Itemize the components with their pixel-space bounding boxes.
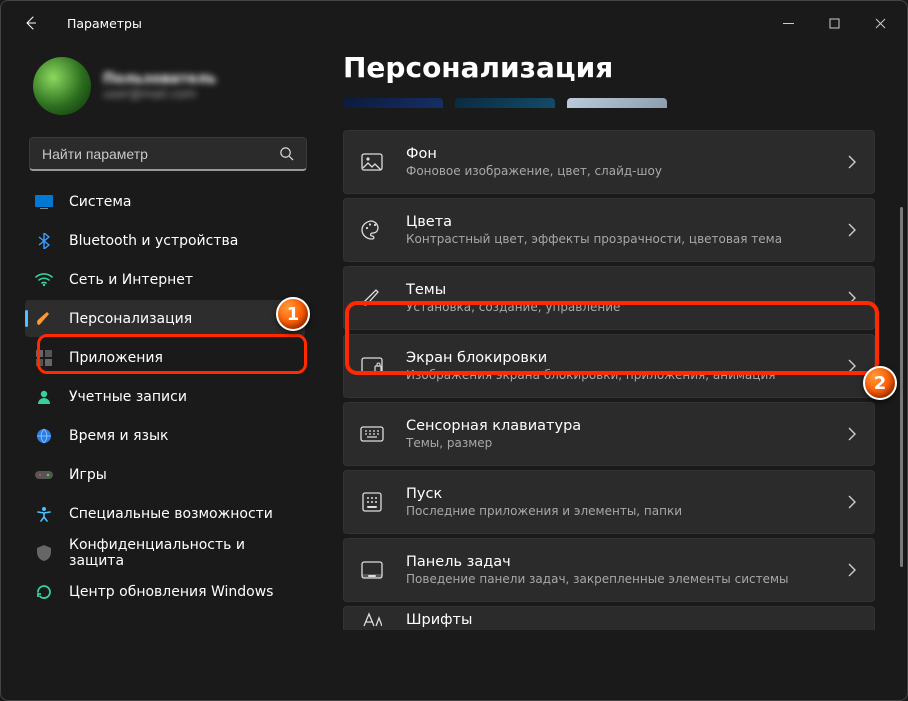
- shield-icon: [35, 544, 53, 562]
- font-icon: [360, 612, 384, 628]
- sidebar-item-time-language[interactable]: Время и язык: [25, 417, 305, 454]
- chevron-right-icon: [848, 223, 856, 237]
- search-box[interactable]: [29, 137, 307, 171]
- sidebar: Пользователь user@mail.com Система Bluet…: [7, 45, 319, 700]
- nav-label: Игры: [69, 467, 107, 483]
- chevron-right-icon: [848, 359, 856, 373]
- main-content: Персонализация Фон Фоновое изображение, …: [319, 45, 907, 700]
- user-name: Пользователь: [103, 71, 216, 87]
- scrollbar-thumb[interactable]: [900, 207, 903, 567]
- card-subtitle: Поведение панели задач, закрепленные эле…: [406, 572, 789, 586]
- taskbar-icon: [360, 558, 384, 582]
- theme-thumb[interactable]: [567, 98, 667, 108]
- chevron-right-icon: [848, 291, 856, 305]
- card-subtitle: Фоновое изображение, цвет, слайд-шоу: [406, 164, 662, 178]
- card-colors[interactable]: Цвета Контрастный цвет, эффекты прозрачн…: [343, 198, 875, 262]
- sidebar-item-accounts[interactable]: Учетные записи: [25, 378, 305, 415]
- accessibility-icon: [35, 505, 53, 523]
- nav-label: Конфиденциальность и защита: [69, 537, 295, 569]
- card-subtitle: Темы, размер: [406, 436, 581, 450]
- card-themes[interactable]: Темы Установка, создание, управление: [343, 266, 875, 330]
- maximize-button[interactable]: [811, 1, 857, 45]
- start-icon: [360, 490, 384, 514]
- system-icon: [35, 193, 53, 211]
- theme-thumb[interactable]: [455, 98, 555, 108]
- nav-label: Приложения: [69, 350, 163, 366]
- person-icon: [35, 388, 53, 406]
- card-subtitle: Последние приложения и элементы, папки: [406, 504, 682, 518]
- chevron-right-icon: [848, 563, 856, 577]
- window-controls: [765, 1, 903, 45]
- avatar: [33, 57, 91, 115]
- card-background[interactable]: Фон Фоновое изображение, цвет, слайд-шоу: [343, 130, 875, 194]
- settings-cards: Фон Фоновое изображение, цвет, слайд-шоу…: [343, 130, 877, 630]
- brush-icon: [360, 286, 384, 310]
- card-touch-keyboard[interactable]: Сенсорная клавиатура Темы, размер: [343, 402, 875, 466]
- theme-thumbnails: [343, 98, 877, 108]
- gamepad-icon: [35, 466, 53, 484]
- sidebar-item-personalization[interactable]: Персонализация: [25, 300, 305, 337]
- nav-list: Система Bluetooth и устройства Сеть и Ин…: [25, 183, 311, 610]
- window-title: Параметры: [67, 16, 142, 31]
- image-icon: [360, 150, 384, 174]
- nav-label: Персонализация: [69, 311, 192, 327]
- close-button[interactable]: [857, 1, 903, 45]
- chevron-right-icon: [848, 427, 856, 441]
- card-fonts[interactable]: Шрифты: [343, 606, 875, 630]
- bluetooth-icon: [35, 232, 53, 250]
- card-title: Экран блокировки: [406, 350, 775, 366]
- sidebar-item-privacy[interactable]: Конфиденциальность и защита: [25, 534, 305, 571]
- keyboard-icon: [360, 422, 384, 446]
- lockscreen-icon: [360, 354, 384, 378]
- card-title: Цвета: [406, 214, 782, 230]
- update-icon: [35, 583, 53, 601]
- palette-icon: [360, 218, 384, 242]
- card-start[interactable]: Пуск Последние приложения и элементы, па…: [343, 470, 875, 534]
- sidebar-item-apps[interactable]: Приложения: [25, 339, 305, 376]
- scrollbar[interactable]: [900, 167, 903, 684]
- card-taskbar[interactable]: Панель задач Поведение панели задач, зак…: [343, 538, 875, 602]
- wifi-icon: [35, 271, 53, 289]
- nav-label: Bluetooth и устройства: [69, 233, 238, 249]
- card-lockscreen[interactable]: Экран блокировки Изображения экрана блок…: [343, 334, 875, 398]
- search-input[interactable]: [42, 146, 271, 162]
- titlebar: Параметры: [1, 1, 907, 45]
- card-title: Шрифты: [406, 612, 472, 628]
- nav-label: Учетные записи: [69, 389, 187, 405]
- sidebar-item-system[interactable]: Система: [25, 183, 305, 220]
- globe-icon: [35, 427, 53, 445]
- sidebar-item-windows-update[interactable]: Центр обновления Windows: [25, 573, 305, 610]
- nav-label: Специальные возможности: [69, 506, 273, 522]
- user-profile[interactable]: Пользователь user@mail.com: [25, 51, 311, 129]
- nav-label: Центр обновления Windows: [69, 584, 273, 600]
- page-title: Персонализация: [343, 51, 877, 84]
- paintbrush-icon: [35, 310, 53, 328]
- chevron-right-icon: [848, 495, 856, 509]
- sidebar-item-accessibility[interactable]: Специальные возможности: [25, 495, 305, 532]
- sidebar-item-bluetooth[interactable]: Bluetooth и устройства: [25, 222, 305, 259]
- chevron-right-icon: [848, 155, 856, 169]
- card-title: Сенсорная клавиатура: [406, 418, 581, 434]
- nav-label: Система: [69, 194, 131, 210]
- sidebar-item-network[interactable]: Сеть и Интернет: [25, 261, 305, 298]
- back-button[interactable]: [13, 5, 49, 41]
- apps-icon: [35, 349, 53, 367]
- card-title: Темы: [406, 282, 620, 298]
- card-subtitle: Установка, создание, управление: [406, 300, 620, 314]
- card-title: Панель задач: [406, 554, 789, 570]
- minimize-button[interactable]: [765, 1, 811, 45]
- card-subtitle: Контрастный цвет, эффекты прозрачности, …: [406, 232, 782, 246]
- search-icon: [279, 146, 294, 161]
- theme-thumb[interactable]: [343, 98, 443, 108]
- nav-label: Сеть и Интернет: [69, 272, 193, 288]
- sidebar-item-gaming[interactable]: Игры: [25, 456, 305, 493]
- nav-label: Время и язык: [69, 428, 168, 444]
- card-title: Пуск: [406, 486, 682, 502]
- user-email: user@mail.com: [103, 87, 216, 101]
- card-title: Фон: [406, 146, 662, 162]
- card-subtitle: Изображения экрана блокировки, приложени…: [406, 368, 775, 382]
